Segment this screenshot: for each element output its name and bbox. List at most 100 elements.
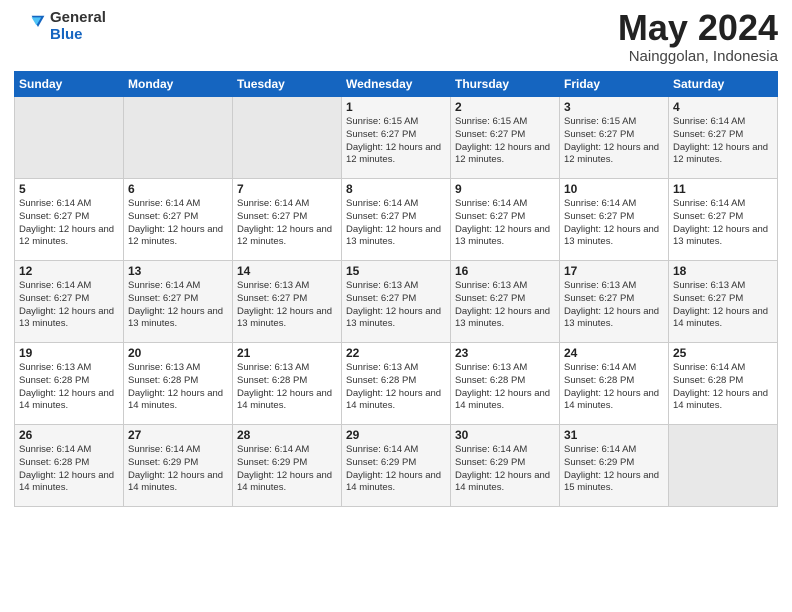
cell-info: Sunrise: 6:13 AMSunset: 6:28 PMDaylight:… [128, 362, 228, 413]
calendar-cell-w2-d1: 6Sunrise: 6:14 AMSunset: 6:27 PMDaylight… [124, 179, 233, 261]
calendar-cell-w2-d4: 9 Sunrise: 6:14 AMSunset: 6:27 PMDaylight… [451, 179, 560, 261]
week-row-5: 26 Sunrise: 6:14 AMSunset: 6:28 PMDayligh… [15, 425, 778, 507]
calendar-cell-w3-d1: 13 Sunrise: 6:14 AMSunset: 6:27 PMDayligh… [124, 261, 233, 343]
logo-text: General Blue [50, 10, 106, 43]
calendar-cell-w5-d6 [669, 425, 778, 507]
week-row-4: 19 Sunrise: 6:13 AMSunset: 6:28 PMDayligh… [15, 343, 778, 425]
day-number: 19 [19, 346, 119, 360]
cell-info: Sunrise: 6:14 AMSunset: 6:28 PMDaylight:… [673, 362, 773, 413]
day-number: 16 [455, 264, 555, 278]
calendar-table: Sunday Monday Tuesday Wednesday Thursday… [14, 71, 778, 507]
cell-info: Sunrise: 6:14 AMSunset: 6:29 PMDaylight:… [346, 444, 446, 495]
day-number: 13 [128, 264, 228, 278]
cell-info: Sunrise: 6:14 AMSunset: 6:29 PMDaylight:… [237, 444, 337, 495]
week-row-2: 5 Sunrise: 6:14 AMSunset: 6:27 PMDaylight… [15, 179, 778, 261]
calendar-cell-w5-d0: 26 Sunrise: 6:14 AMSunset: 6:28 PMDayligh… [15, 425, 124, 507]
day-number: 9 [455, 182, 555, 196]
calendar-cell-w2-d5: 10Sunrise: 6:14 AMSunset: 6:27 PMDayligh… [560, 179, 669, 261]
calendar-cell-w4-d1: 20 Sunrise: 6:13 AMSunset: 6:28 PMDayligh… [124, 343, 233, 425]
cell-info: Sunrise: 6:15 AMSunset: 6:27 PMDaylight:… [455, 116, 555, 167]
header-tuesday: Tuesday [233, 72, 342, 97]
calendar-cell-w1-d2 [233, 97, 342, 179]
logo-icon [14, 11, 46, 43]
header-wednesday: Wednesday [342, 72, 451, 97]
calendar-cell-w3-d4: 16 Sunrise: 6:13 AMSunset: 6:27 PMDayligh… [451, 261, 560, 343]
day-number: 28 [237, 428, 337, 442]
cell-info: Sunrise: 6:14 AMSunset: 6:29 PMDaylight:… [128, 444, 228, 495]
day-number: 8 [346, 182, 446, 196]
day-number: 18 [673, 264, 773, 278]
header-saturday: Saturday [669, 72, 778, 97]
day-number: 20 [128, 346, 228, 360]
cell-info: Sunrise: 6:13 AMSunset: 6:27 PMDaylight:… [673, 280, 773, 331]
calendar-cell-w4-d3: 22 Sunrise: 6:13 AMSunset: 6:28 PMDayligh… [342, 343, 451, 425]
cell-info: Sunrise: 6:14 AMSunset: 6:27 PMDaylight:… [19, 198, 119, 249]
calendar-cell-w5-d5: 31 Sunrise: 6:14 AMSunset: 6:29 PMDayligh… [560, 425, 669, 507]
cell-info: Sunrise: 6:13 AMSunset: 6:27 PMDaylight:… [346, 280, 446, 331]
cell-info: Sunrise: 6:13 AMSunset: 6:28 PMDaylight:… [237, 362, 337, 413]
cell-info: Sunrise: 6:14 AMSunset: 6:29 PMDaylight:… [455, 444, 555, 495]
day-number: 26 [19, 428, 119, 442]
calendar-cell-w5-d1: 27 Sunrise: 6:14 AMSunset: 6:29 PMDayligh… [124, 425, 233, 507]
calendar-cell-w4-d4: 23 Sunrise: 6:13 AMSunset: 6:28 PMDayligh… [451, 343, 560, 425]
cell-info: Sunrise: 6:14 AMSunset: 6:27 PMDaylight:… [673, 116, 773, 167]
cell-info: Sunrise: 6:13 AMSunset: 6:28 PMDaylight:… [19, 362, 119, 413]
day-number: 3 [564, 100, 664, 114]
day-number: 12 [19, 264, 119, 278]
calendar-cell-w4-d0: 19 Sunrise: 6:13 AMSunset: 6:28 PMDayligh… [15, 343, 124, 425]
cell-info: Sunrise: 6:14 AMSunset: 6:27 PMDaylight:… [673, 198, 773, 249]
header-monday: Monday [124, 72, 233, 97]
day-number: 5 [19, 182, 119, 196]
header-friday: Friday [560, 72, 669, 97]
calendar-cell-w3-d5: 17Sunrise: 6:13 AMSunset: 6:27 PMDayligh… [560, 261, 669, 343]
calendar-cell-w4-d5: 24Sunrise: 6:14 AMSunset: 6:28 PMDayligh… [560, 343, 669, 425]
logo-general: General [50, 10, 106, 27]
day-number: 14 [237, 264, 337, 278]
calendar-cell-w5-d3: 29 Sunrise: 6:14 AMSunset: 6:29 PMDayligh… [342, 425, 451, 507]
cell-info: Sunrise: 6:13 AMSunset: 6:28 PMDaylight:… [455, 362, 555, 413]
cell-info: Sunrise: 6:14 AMSunset: 6:27 PMDaylight:… [128, 280, 228, 331]
cell-info: Sunrise: 6:13 AMSunset: 6:28 PMDaylight:… [346, 362, 446, 413]
cell-info: Sunrise: 6:13 AMSunset: 6:27 PMDaylight:… [455, 280, 555, 331]
calendar-cell-w2-d6: 11 Sunrise: 6:14 AMSunset: 6:27 PMDayligh… [669, 179, 778, 261]
cell-info: Sunrise: 6:15 AMSunset: 6:27 PMDaylight:… [564, 116, 664, 167]
calendar-cell-w5-d2: 28 Sunrise: 6:14 AMSunset: 6:29 PMDayligh… [233, 425, 342, 507]
day-number: 2 [455, 100, 555, 114]
cell-info: Sunrise: 6:14 AMSunset: 6:28 PMDaylight:… [19, 444, 119, 495]
header-thursday: Thursday [451, 72, 560, 97]
calendar-cell-w3-d2: 14 Sunrise: 6:13 AMSunset: 6:27 PMDayligh… [233, 261, 342, 343]
day-number: 4 [673, 100, 773, 114]
day-number: 22 [346, 346, 446, 360]
day-number: 11 [673, 182, 773, 196]
cell-info: Sunrise: 6:14 AMSunset: 6:27 PMDaylight:… [455, 198, 555, 249]
calendar-cell-w1-d0 [15, 97, 124, 179]
day-number: 1 [346, 100, 446, 114]
cell-info: Sunrise: 6:14 AMSunset: 6:29 PMDaylight:… [564, 444, 664, 495]
calendar-cell-w2-d2: 7Sunrise: 6:14 AMSunset: 6:27 PMDaylight… [233, 179, 342, 261]
cell-info: Sunrise: 6:15 AMSunset: 6:27 PMDaylight:… [346, 116, 446, 167]
cell-info: Sunrise: 6:14 AMSunset: 6:27 PMDaylight:… [19, 280, 119, 331]
cell-info: Sunrise: 6:14 AMSunset: 6:27 PMDaylight:… [346, 198, 446, 249]
page-header: General Blue May 2024 Nainggolan, Indone… [14, 10, 778, 65]
title-location: Nainggolan, Indonesia [618, 48, 778, 65]
day-number: 29 [346, 428, 446, 442]
day-number: 31 [564, 428, 664, 442]
cell-info: Sunrise: 6:14 AMSunset: 6:27 PMDaylight:… [237, 198, 337, 249]
day-number: 23 [455, 346, 555, 360]
calendar-cell-w5-d4: 30Sunrise: 6:14 AMSunset: 6:29 PMDayligh… [451, 425, 560, 507]
title-month: May 2024 [618, 10, 778, 46]
calendar-cell-w3-d3: 15 Sunrise: 6:13 AMSunset: 6:27 PMDayligh… [342, 261, 451, 343]
header-sunday: Sunday [15, 72, 124, 97]
day-number: 24 [564, 346, 664, 360]
calendar-cell-w2-d0: 5 Sunrise: 6:14 AMSunset: 6:27 PMDaylight… [15, 179, 124, 261]
day-number: 25 [673, 346, 773, 360]
calendar-cell-w1-d5: 3 Sunrise: 6:15 AMSunset: 6:27 PMDaylight… [560, 97, 669, 179]
logo: General Blue [14, 10, 106, 43]
calendar-cell-w1-d6: 4 Sunrise: 6:14 AMSunset: 6:27 PMDaylight… [669, 97, 778, 179]
calendar-cell-w2-d3: 8 Sunrise: 6:14 AMSunset: 6:27 PMDaylight… [342, 179, 451, 261]
title-block: May 2024 Nainggolan, Indonesia [618, 10, 778, 65]
day-number: 27 [128, 428, 228, 442]
calendar-cell-w4-d2: 21Sunrise: 6:13 AMSunset: 6:28 PMDayligh… [233, 343, 342, 425]
cell-info: Sunrise: 6:13 AMSunset: 6:27 PMDaylight:… [237, 280, 337, 331]
day-number: 15 [346, 264, 446, 278]
